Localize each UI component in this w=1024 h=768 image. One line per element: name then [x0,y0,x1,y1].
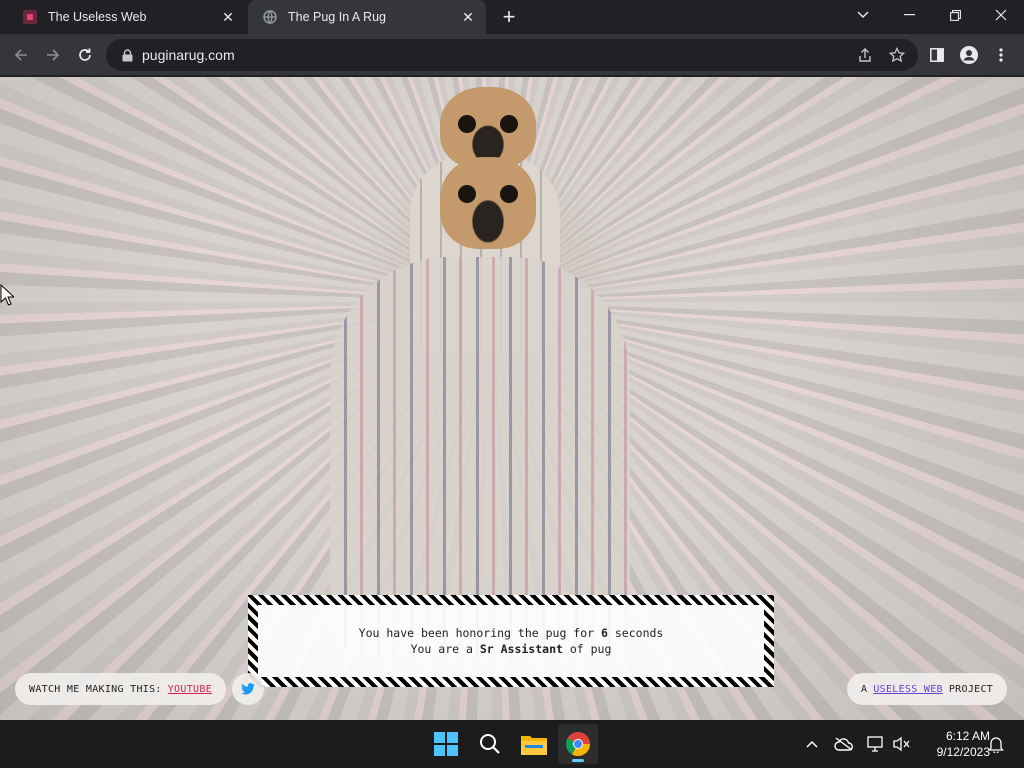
system-clock[interactable]: 6:12 AM 9/12/2023 [918,728,990,760]
youtube-promo: WATCH ME MAKING THIS: YOUTUBE [15,673,226,705]
close-tab-icon[interactable]: ✕ [454,3,482,31]
profile-avatar-icon[interactable] [954,40,984,70]
chrome-icon[interactable] [558,724,598,764]
tab-pug-in-a-rug[interactable]: The Pug In A Rug ✕ [248,0,486,34]
rank-title: Sr Assistant [479,642,563,656]
globe-icon [262,9,278,25]
windows-taskbar: 6:12 AM 9/12/2023 [0,720,1024,768]
start-windows-icon[interactable] [426,724,466,764]
tab-strip: The Useless Web ✕ The Pug In A Rug ✕ + [0,0,1024,34]
url-text[interactable]: puginarug.com [142,47,235,63]
minimize-button[interactable] [886,0,932,30]
address-bar[interactable]: puginarug.com [106,39,918,71]
mouse-cursor-icon [0,283,16,311]
twitter-icon [241,683,255,695]
useless-web-credit: A USELESS WEB PROJECT [847,673,1008,705]
youtube-link[interactable]: YOUTUBE [168,684,212,695]
lock-icon[interactable] [120,48,134,62]
kebab-menu-icon[interactable] [986,40,1016,70]
chevron-up-icon[interactable] [802,734,822,754]
bookmark-star-icon[interactable] [886,44,908,66]
search-icon[interactable] [470,724,510,764]
file-explorer-icon[interactable] [514,724,554,764]
close-window-button[interactable] [978,0,1024,30]
restore-button[interactable] [932,0,978,30]
reload-button[interactable] [70,40,100,70]
tab-search-chevron-icon[interactable] [840,0,886,30]
tab-title: The Pug In A Rug [288,10,386,24]
notification-bell-icon[interactable] [986,734,1006,754]
new-tab-button[interactable]: + [496,4,522,30]
rank-line: You are a Sr Assistant of pug [410,642,612,656]
clock-time: 6:12 AM [945,729,990,743]
speaker-muted-icon[interactable] [892,734,912,754]
back-button[interactable] [6,40,36,70]
forward-button[interactable] [38,40,68,70]
onedrive-cloud-icon[interactable] [834,734,854,754]
pug-face-image [440,157,536,249]
side-panel-icon[interactable] [922,40,952,70]
browser-toolbar: puginarug.com [0,34,1024,76]
twitter-button[interactable] [232,673,264,705]
share-icon[interactable] [854,44,876,66]
network-monitor-icon[interactable] [866,734,886,754]
useless-web-favicon-icon [22,9,38,25]
tab-useless-web[interactable]: The Useless Web ✕ [8,0,246,34]
clock-date: 9/12/2023 [936,745,990,759]
honor-counter-box: You have been honoring the pug for 6 sec… [248,595,774,687]
seconds-count: 6 [601,626,608,640]
tab-title: The Useless Web [48,10,147,24]
close-tab-icon[interactable]: ✕ [214,3,242,31]
useless-web-link[interactable]: USELESS WEB [873,684,943,695]
honor-time-line: You have been honoring the pug for 6 sec… [358,626,664,640]
